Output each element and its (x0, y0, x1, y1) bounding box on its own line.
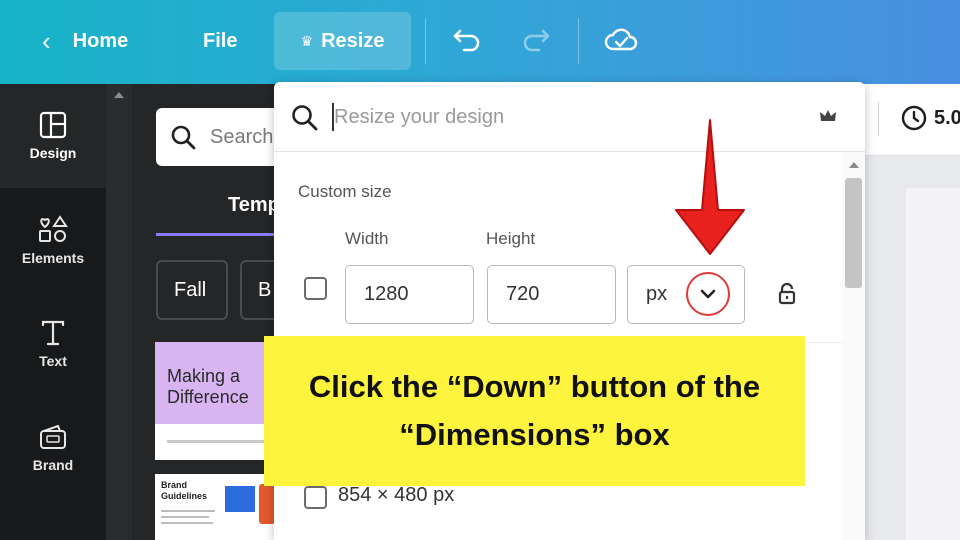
layout-icon (39, 111, 67, 139)
scroll-thumb[interactable] (845, 178, 862, 288)
active-tab-indicator (156, 233, 286, 236)
canvas-toolbar: 5.0 (864, 84, 960, 156)
rail-item-elements[interactable]: Elements (0, 188, 106, 292)
resize-button[interactable]: ♛ Resize (274, 12, 411, 70)
cloud-check-icon[interactable] (603, 22, 639, 58)
search-icon (171, 125, 196, 150)
shapes-icon (39, 215, 68, 242)
tab-templates[interactable]: Temp (228, 194, 280, 217)
brand-kit-icon (40, 424, 66, 449)
redo-icon[interactable] (518, 22, 554, 58)
clock-icon (901, 105, 927, 131)
width-field[interactable]: 1280 (345, 265, 474, 324)
unit-dropdown-button[interactable] (686, 272, 730, 316)
home-label: Home (72, 29, 129, 52)
scroll-up-icon (114, 92, 124, 98)
instruction-callout: Click the “Down” button of the “Dimensio… (264, 336, 805, 486)
undo-icon[interactable] (449, 22, 485, 58)
search-icon (292, 105, 318, 131)
rail-scrollbar[interactable] (106, 84, 132, 540)
top-toolbar: ‹ Home File ♛ Resize (0, 0, 960, 84)
preset-option[interactable]: 854 × 480 px (338, 484, 454, 507)
timer-value: 5.0 (934, 106, 960, 129)
custom-size-heading: Custom size (298, 182, 392, 201)
custom-size-checkbox[interactable] (304, 277, 327, 300)
rail-item-design[interactable]: Design (0, 84, 106, 188)
crown-icon (820, 110, 836, 121)
rail-label: Design (29, 145, 77, 161)
resize-search-bar (274, 82, 865, 152)
template-thumbnail[interactable]: Making a Difference (155, 342, 280, 460)
side-panel: Search Temp Fall B Making a Difference B… (132, 84, 300, 540)
left-rail: Design Elements Text Brand (0, 84, 106, 540)
home-button[interactable]: ‹ Home (42, 12, 128, 70)
dropdown-scrollbar[interactable] (842, 152, 865, 540)
rail-label: Brand (32, 457, 74, 473)
template-thumbnail[interactable]: Brand Guidelines (155, 474, 280, 540)
timing-control[interactable]: 5.0 (900, 104, 960, 132)
annotation-arrow-icon (675, 119, 745, 255)
chevron-left-icon: ‹ (42, 25, 51, 56)
toolbar-divider (578, 18, 579, 64)
resize-label: Resize (321, 29, 385, 52)
file-label: File (203, 29, 238, 52)
file-menu-button[interactable]: File (203, 12, 237, 70)
preset-checkbox[interactable] (304, 486, 327, 509)
filter-chip-fall[interactable]: Fall (156, 260, 228, 320)
template-title: Brand Guidelines (161, 480, 208, 501)
height-label: Height (486, 229, 536, 248)
text-icon (41, 320, 65, 346)
rail-label: Text (39, 353, 67, 369)
toolbar-divider (425, 18, 426, 64)
rail-label: Elements (21, 250, 85, 266)
chevron-down-icon (700, 289, 716, 299)
crown-icon: ♛ (300, 32, 314, 49)
search-placeholder: Search (210, 125, 274, 148)
rail-item-text[interactable]: Text (0, 292, 106, 396)
canvas-page[interactable] (906, 188, 960, 540)
scroll-up-icon (849, 162, 859, 168)
rail-item-brand[interactable]: Brand (0, 396, 106, 500)
width-label: Width (345, 229, 389, 248)
height-field[interactable]: 720 (487, 265, 616, 324)
lock-icon[interactable] (777, 282, 797, 306)
